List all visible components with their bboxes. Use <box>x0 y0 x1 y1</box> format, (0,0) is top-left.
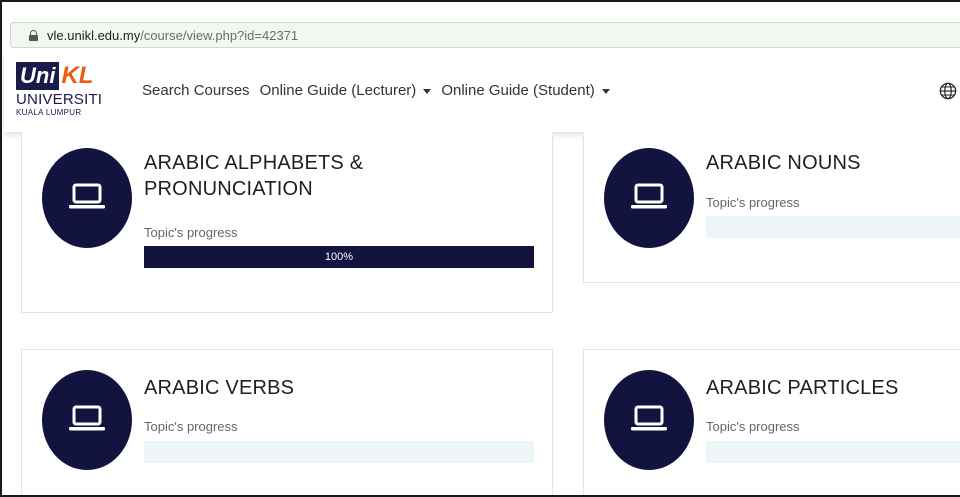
topic-card[interactable]: ARABIC ALPHABETS & PRONUNCIATION Topic's… <box>21 132 553 313</box>
nav-guide-student-label: Online Guide (Student) <box>441 82 595 99</box>
caret-down-icon <box>601 88 610 94</box>
browser-window: vle.unikl.edu.my/course/view.php?id=4237… <box>0 0 960 497</box>
site-logo[interactable]: Uni KL UNIVERSITI KUALA LUMPUR <box>16 60 126 124</box>
progress-bar: 100% <box>144 246 534 268</box>
progress-bar <box>706 441 960 463</box>
laptop-icon <box>604 370 694 470</box>
nav-guide-lecturer[interactable]: Online Guide (Lecturer) <box>260 82 432 99</box>
logo-line2: KUALA LUMPUR <box>16 108 82 117</box>
lock-icon <box>29 29 38 41</box>
progress-label: Topic's progress <box>706 419 800 434</box>
nav-guide-student[interactable]: Online Guide (Student) <box>441 82 610 99</box>
logo-uni: Uni <box>16 62 60 90</box>
progress-fill: 100% <box>144 246 534 268</box>
topic-title[interactable]: ARABIC ALPHABETS & PRONUNCIATION <box>144 150 444 202</box>
nav-menu: Search Courses Online Guide (Lecturer) O… <box>142 82 620 99</box>
topic-card[interactable]: ARABIC VERBS Topic's progress <box>21 349 553 495</box>
laptop-icon <box>604 148 694 248</box>
progress-bar <box>706 216 960 238</box>
topic-title[interactable]: ARABIC VERBS <box>144 375 444 401</box>
url-path: /course/view.php?id=42371 <box>140 27 299 43</box>
progress-label: Topic's progress <box>144 225 238 240</box>
progress-label: Topic's progress <box>144 419 238 434</box>
address-bar[interactable]: vle.unikl.edu.my/course/view.php?id=4237… <box>10 22 960 48</box>
topic-card[interactable]: ARABIC PARTICLES Topic's progress <box>583 349 960 495</box>
progress-label: Topic's progress <box>706 195 800 210</box>
progress-bar <box>144 441 534 463</box>
nav-guide-lecturer-label: Online Guide (Lecturer) <box>259 82 417 99</box>
nav-search-courses-label: Search Courses <box>142 82 250 99</box>
caret-down-icon <box>423 88 432 94</box>
topic-title[interactable]: ARABIC NOUNS <box>706 150 960 176</box>
topic-title[interactable]: ARABIC PARTICLES <box>706 375 960 401</box>
topic-card[interactable]: ARABIC NOUNS Topic's progress <box>583 132 960 283</box>
laptop-icon <box>42 370 132 470</box>
laptop-icon <box>42 148 132 248</box>
url-host: vle.unikl.edu.my <box>47 27 141 43</box>
nav-search-courses[interactable]: Search Courses <box>142 82 250 99</box>
logo-kl: KL <box>61 62 94 89</box>
top-navbar: Uni KL UNIVERSITI KUALA LUMPUR Search Cou… <box>4 52 960 132</box>
globe-icon[interactable] <box>939 82 957 100</box>
logo-line1: UNIVERSITI <box>16 91 103 108</box>
